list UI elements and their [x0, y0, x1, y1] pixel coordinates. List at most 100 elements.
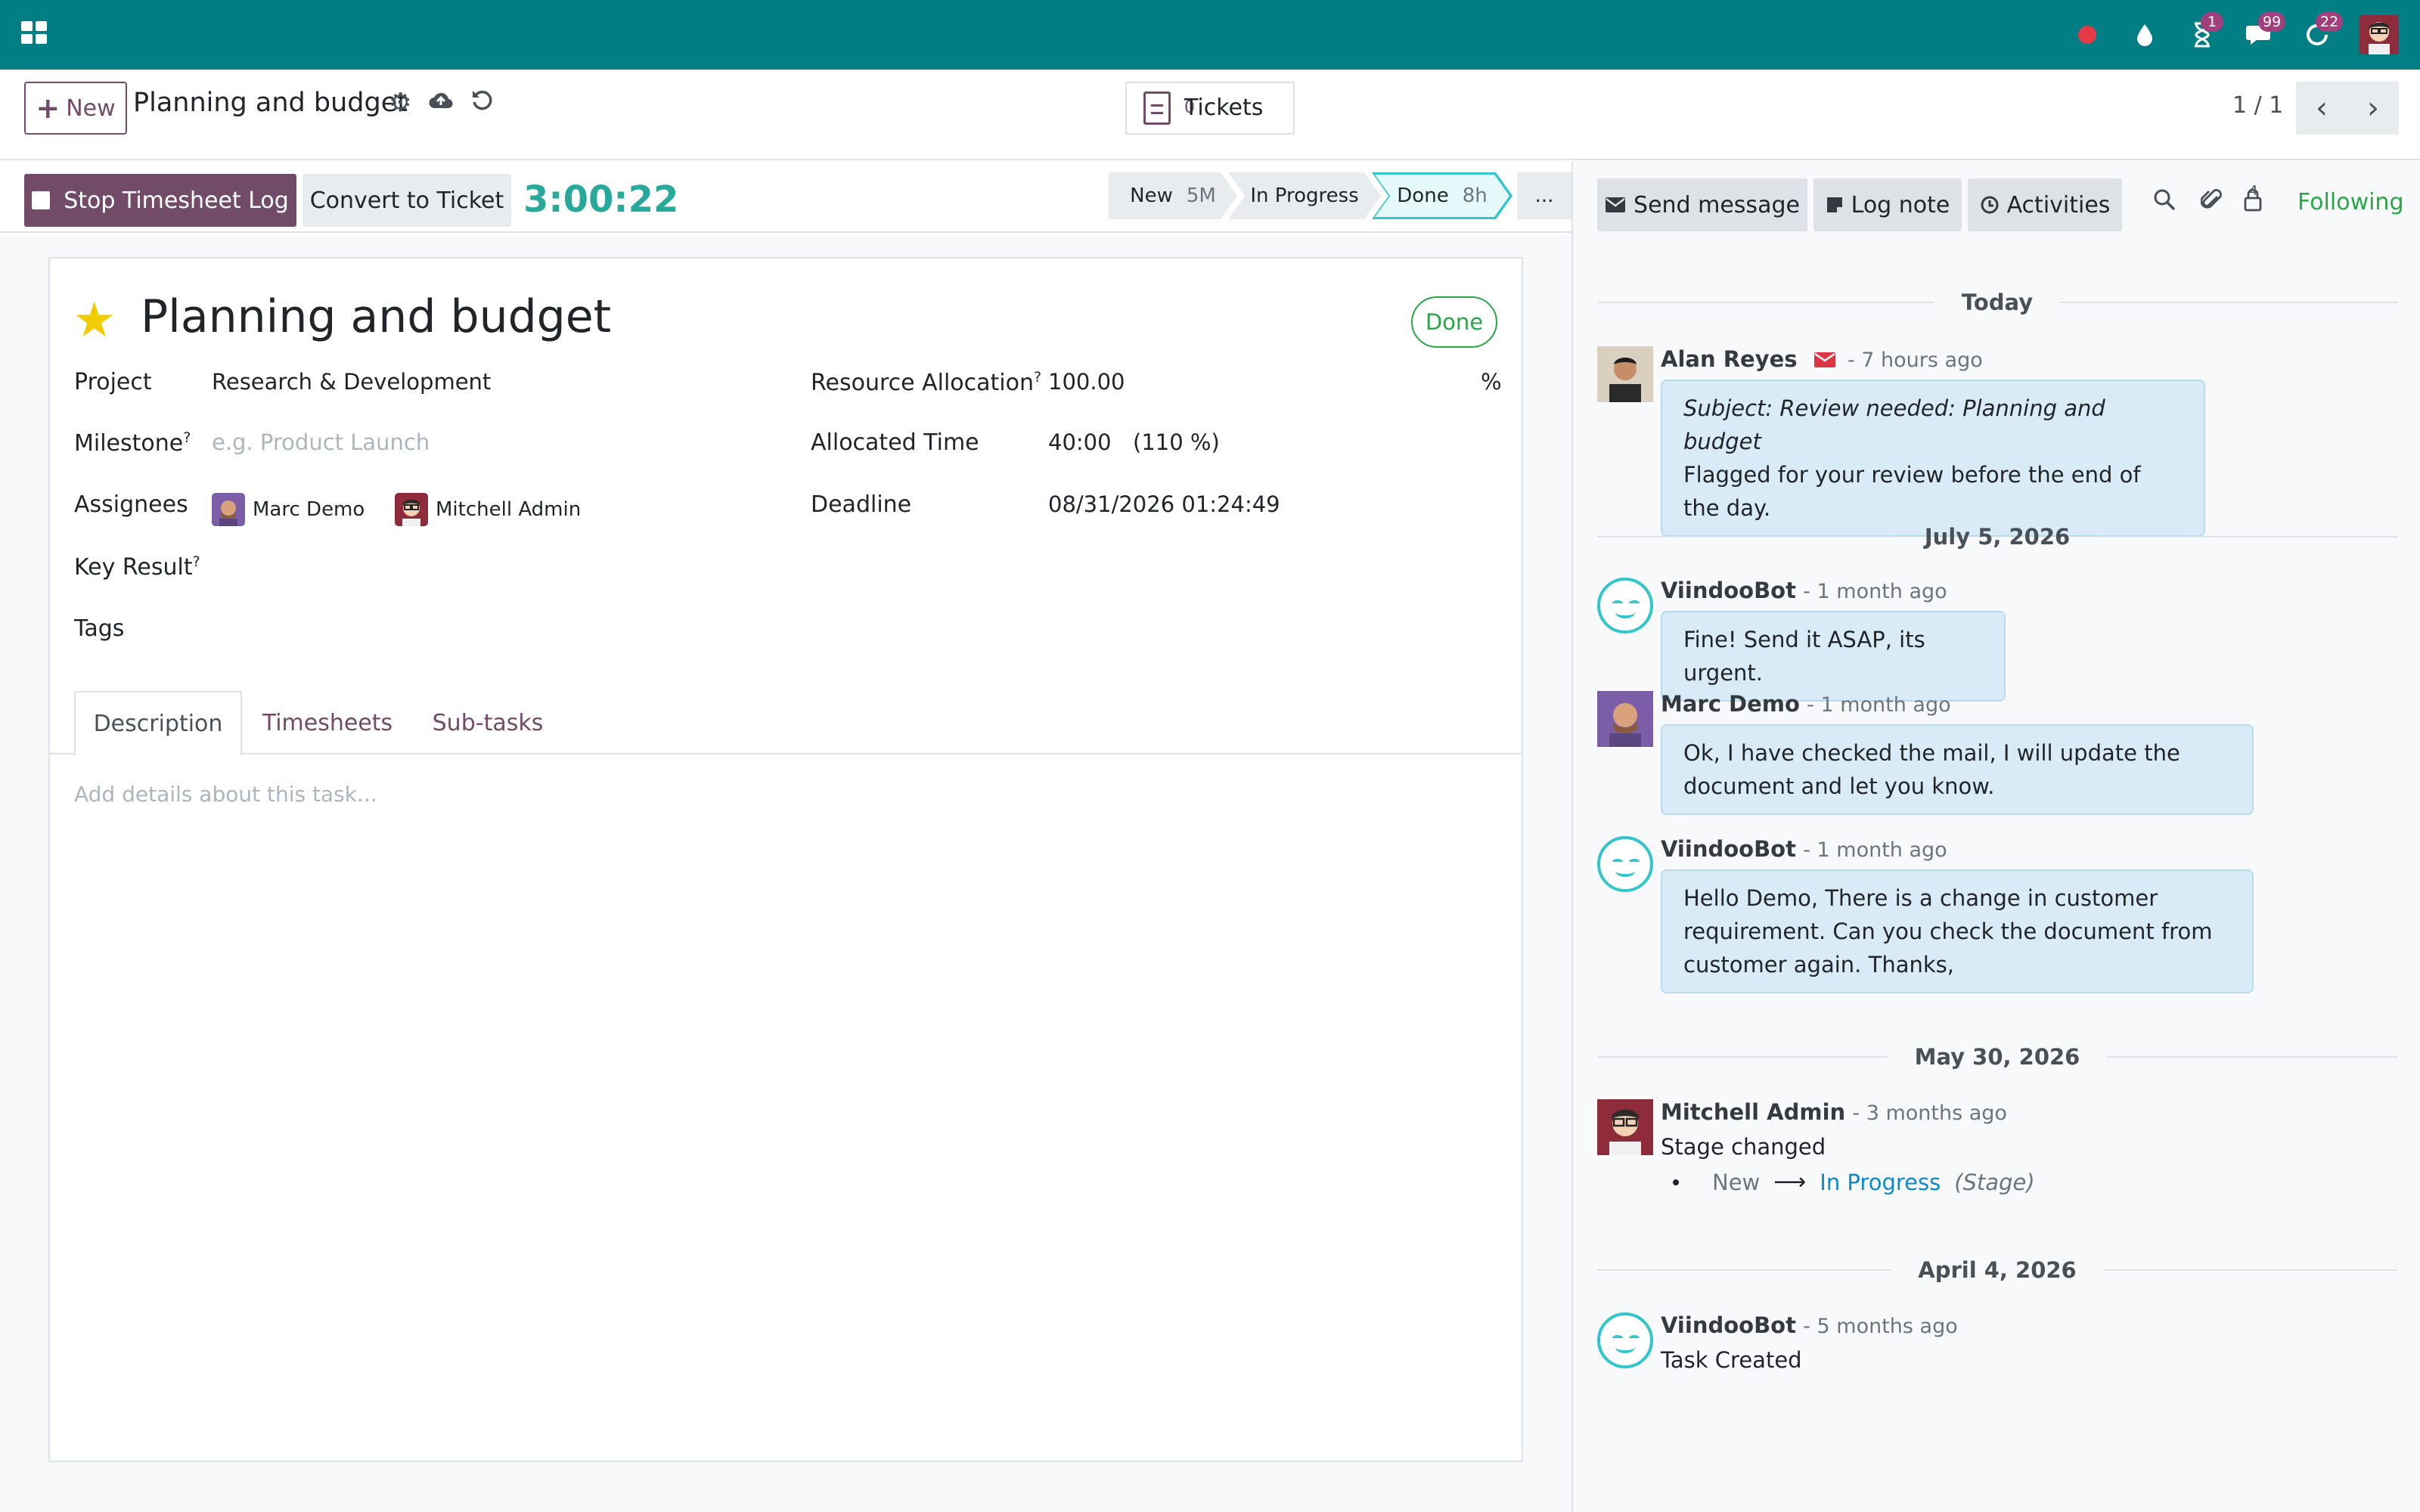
deadline-label: Deadline — [811, 491, 912, 518]
updates-refresh-icon[interactable]: 22 — [2302, 12, 2344, 50]
clock-icon — [1981, 196, 1999, 214]
assignee-tag[interactable]: Mitchell Admin — [395, 493, 581, 526]
envelope-icon — [1606, 197, 1626, 212]
messages-chat-icon[interactable]: 99 — [2245, 12, 2286, 50]
new-button[interactable]: + New — [24, 82, 127, 135]
milestone-label: Milestone? — [74, 429, 191, 457]
arrow-right-icon: ⟶ — [1773, 1169, 1807, 1195]
tags-label: Tags — [74, 615, 125, 642]
bullet-icon — [1673, 1179, 1679, 1185]
message-date: - 1 month ago — [1803, 838, 1947, 862]
tab-timesheets[interactable]: Timesheets — [253, 691, 402, 754]
assignee-tag[interactable]: Marc Demo — [212, 493, 365, 526]
stage-name: In Progress — [1250, 184, 1359, 207]
message-author: Mitchell Admin — [1661, 1099, 1846, 1125]
project-label: Project — [74, 369, 152, 395]
pager-previous-button[interactable]: ‹ — [2296, 82, 2347, 135]
stop-timesheet-button[interactable]: Stop Timesheet Log — [24, 174, 296, 227]
stage-more[interactable]: ... — [1517, 172, 1571, 219]
message-body: Fine! Send it ASAP, its urgent. — [1661, 611, 2006, 702]
key-result-label: Key Result? — [74, 553, 200, 581]
water-drop-icon[interactable] — [2130, 20, 2160, 50]
allocated-time-field[interactable]: 40:00 — [1048, 429, 1112, 455]
message-text: Flagged for your review before the end o… — [1683, 462, 2141, 521]
bot-avatar[interactable] — [1597, 1312, 1653, 1368]
activities-label: Activities — [2006, 191, 2111, 218]
resource-allocation-field[interactable]: 100.00 — [1048, 369, 1125, 395]
task-title[interactable]: Planning and budget — [141, 290, 611, 343]
apps-menu-icon[interactable] — [21, 21, 48, 45]
send-message-label: Send message — [1634, 191, 1800, 218]
document-icon — [1143, 91, 1171, 125]
systray: 1 99 22 — [2072, 0, 2399, 70]
envelope-icon — [1813, 348, 1836, 373]
updates-badge: 22 — [2316, 12, 2344, 32]
date-separator: May 30, 2026 — [1597, 1042, 2397, 1072]
breadcrumb-title: Planning and budget — [133, 88, 408, 118]
pager-value[interactable]: 1 / 1 — [2232, 92, 2283, 119]
send-message-button[interactable]: Send message — [1597, 178, 1807, 231]
tickets-smart-button[interactable]: Tickets 0 — [1125, 82, 1295, 135]
allocated-time-label: Allocated Time — [811, 429, 979, 456]
followers-count: 4 — [2249, 183, 2258, 199]
top-navbar: 1 99 22 — [0, 0, 2420, 70]
avatar[interactable] — [1597, 1099, 1653, 1155]
user-avatar[interactable] — [2360, 15, 2399, 54]
message-body: Stage changed — [1661, 1134, 1826, 1160]
form-statusbar: Stop Timesheet Log Convert to Ticket 3:0… — [0, 168, 1571, 233]
milestone-field[interactable]: e.g. Product Launch — [212, 429, 430, 455]
note-icon — [1826, 197, 1842, 212]
gear-icon[interactable]: ⚙ — [389, 90, 411, 116]
assignees-label: Assignees — [74, 491, 188, 518]
pager-next-button[interactable]: › — [2347, 82, 2399, 135]
notebook-tabs: Description Timesheets Sub-tasks — [48, 691, 1523, 756]
priority-star-icon[interactable]: ★ — [73, 296, 116, 345]
date-separator: April 4, 2026 — [1597, 1255, 2397, 1285]
tab-description[interactable]: Description — [74, 691, 242, 756]
message-subject: Subject: Review needed: Planning and bud… — [1683, 395, 2105, 454]
message-author: Alan Reyes — [1661, 346, 1798, 372]
stop-timesheet-label: Stop Timesheet Log — [64, 187, 289, 214]
description-editor[interactable]: Add details about this task... — [74, 782, 377, 807]
state-badge[interactable]: Done — [1411, 296, 1497, 348]
date-separator: Today — [1597, 287, 2398, 318]
message-date: - 5 months ago — [1803, 1315, 1958, 1338]
plus-icon: + — [36, 91, 60, 125]
message-author: Marc Demo — [1661, 691, 1800, 717]
message-author: ViindooBot — [1661, 578, 1796, 603]
paperclip-icon[interactable] — [2200, 187, 2223, 218]
log-note-button[interactable]: Log note — [1813, 178, 1962, 231]
message-body: Task Created — [1661, 1347, 1802, 1373]
message-date: - 7 hours ago — [1847, 349, 1983, 372]
stage-in-progress[interactable]: In Progress — [1228, 172, 1381, 219]
following-button[interactable]: Following — [2297, 189, 2404, 215]
deadline-field[interactable]: 08/31/2026 01:24:49 — [1048, 491, 1280, 517]
stage-name: New — [1130, 184, 1173, 207]
new-button-label: New — [66, 94, 116, 122]
stage-pipeline: New 5M In Progress Done 8h ... — [1109, 172, 1571, 219]
chevron-right-icon: › — [2367, 91, 2379, 125]
convert-to-ticket-button[interactable]: Convert to Ticket — [302, 174, 511, 227]
project-field[interactable]: Research & Development — [212, 369, 491, 395]
activities-hourglass-icon[interactable]: 1 — [2187, 12, 2223, 50]
resource-allocation-unit: % — [1481, 369, 1502, 395]
bot-avatar[interactable] — [1597, 578, 1653, 634]
stage-new[interactable]: New 5M — [1109, 172, 1237, 219]
avatar[interactable] — [1597, 691, 1653, 747]
record-status-icon[interactable] — [2072, 20, 2102, 50]
tab-sub-tasks[interactable]: Sub-tasks — [424, 691, 552, 754]
discard-undo-icon[interactable] — [470, 89, 493, 116]
chatter-panel: Send message Log note Activities 4 Follo… — [1571, 162, 2420, 1512]
assignee-name: Marc Demo — [253, 498, 365, 521]
activities-button[interactable]: Activities — [1968, 178, 2122, 231]
bot-avatar[interactable] — [1597, 836, 1653, 892]
avatar[interactable] — [1597, 346, 1653, 402]
timesheet-timer: 3:00:22 — [523, 178, 679, 221]
cloud-upload-icon[interactable] — [428, 90, 454, 116]
search-icon[interactable] — [2152, 187, 2176, 216]
record-actions: ⚙ — [389, 89, 493, 116]
message-date: - 1 month ago — [1807, 693, 1951, 717]
message-body: Subject: Review needed: Planning and bud… — [1661, 380, 2205, 537]
stage-done[interactable]: Done 8h — [1372, 172, 1512, 219]
stop-square-icon — [32, 191, 51, 209]
